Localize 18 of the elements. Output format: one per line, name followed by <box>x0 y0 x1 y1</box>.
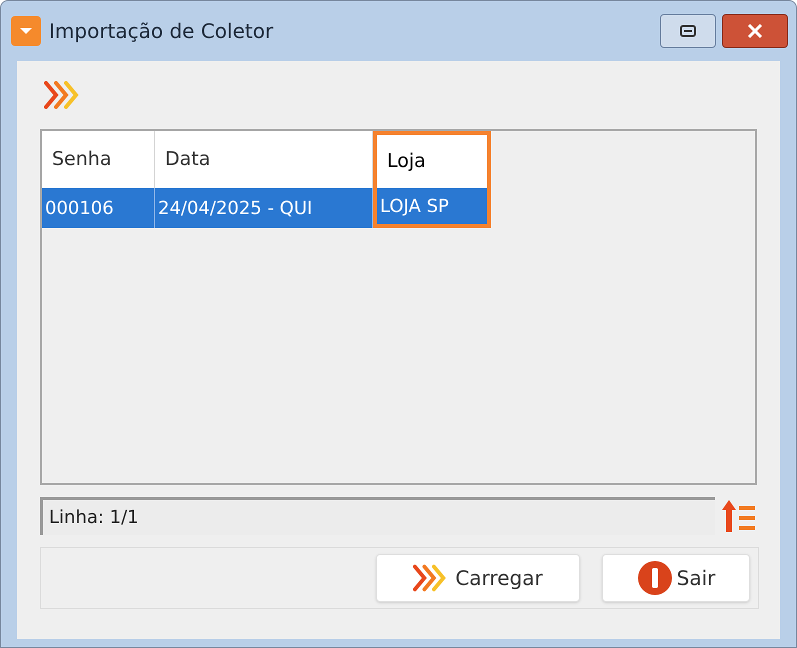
close-icon <box>747 24 763 38</box>
status-field: Linha: 1/1 <box>40 497 715 535</box>
column-header[interactable]: Loja <box>373 131 491 188</box>
table-cell: 24/04/2025 - QUI <box>155 188 373 228</box>
column-header[interactable]: Senha <box>42 131 155 188</box>
restore-icon <box>680 25 696 37</box>
table-cell: 000106 <box>42 188 155 228</box>
sort-list-icon[interactable] <box>721 498 757 534</box>
column-header[interactable]: Data <box>155 131 373 188</box>
window-title: Importação de Coletor <box>49 18 274 45</box>
restore-button[interactable] <box>660 14 716 48</box>
exit-icon <box>636 560 673 596</box>
exit-button[interactable]: Sair <box>602 554 750 602</box>
table-row[interactable]: 000106 24/04/2025 - QUI LOJA SP <box>42 188 755 228</box>
app-icon <box>11 16 41 46</box>
load-button[interactable]: Carregar <box>376 554 580 602</box>
table-cell: LOJA SP <box>373 188 491 228</box>
close-button[interactable] <box>722 14 788 48</box>
